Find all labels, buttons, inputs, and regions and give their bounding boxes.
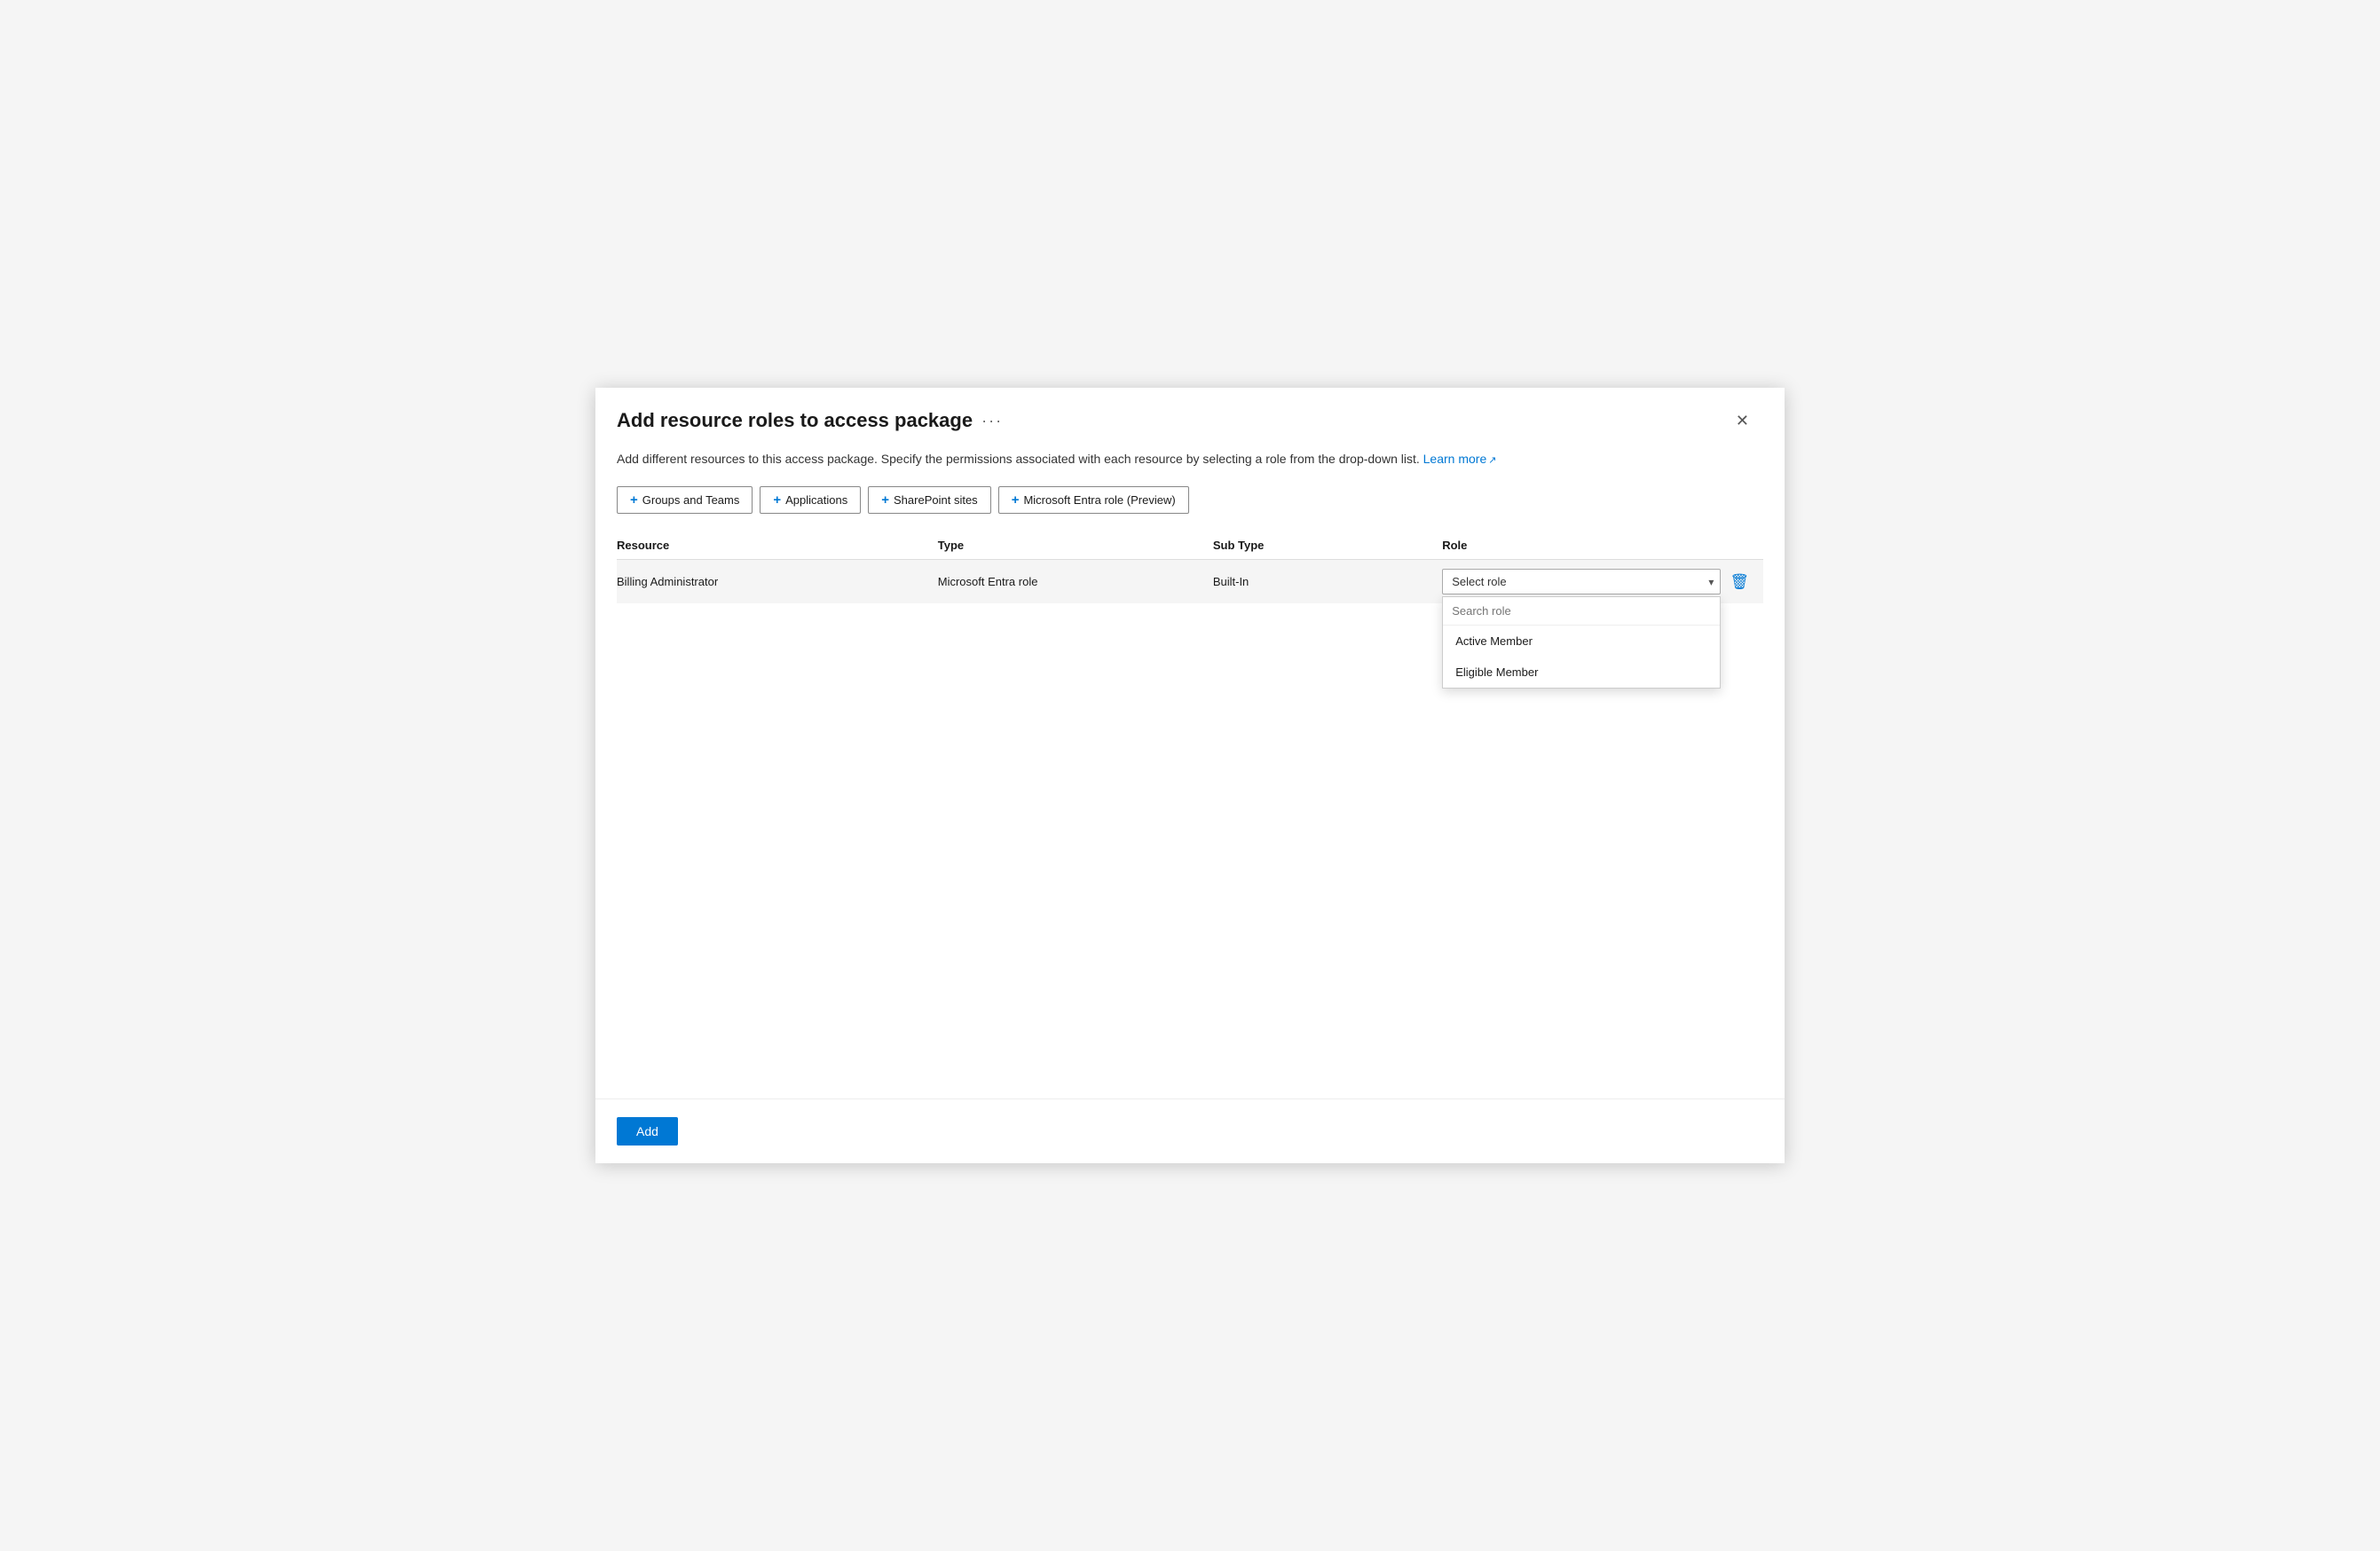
description-text: Add different resources to this access p… bbox=[617, 452, 1420, 466]
dialog-title: Add resource roles to access package bbox=[617, 409, 973, 432]
dropdown-option-active-member[interactable]: Active Member bbox=[1443, 626, 1720, 657]
more-options-icon[interactable]: ··· bbox=[981, 412, 1003, 430]
plus-icon-sharepoint: + bbox=[881, 492, 889, 508]
dialog-title-row: Add resource roles to access package ··· bbox=[617, 409, 1003, 432]
table-row: Billing Administrator Microsoft Entra ro… bbox=[617, 560, 1763, 604]
trash-icon: 🗑 bbox=[1730, 573, 1749, 591]
learn-more-text: Learn more bbox=[1423, 452, 1487, 466]
delete-row-button[interactable]: 🗑 bbox=[1726, 571, 1753, 593]
groups-and-teams-label: Groups and Teams bbox=[642, 493, 740, 507]
add-sharepoint-sites-button[interactable]: + SharePoint sites bbox=[868, 486, 990, 514]
dialog: Add resource roles to access package ···… bbox=[595, 388, 1785, 1163]
dropdown-option-eligible-member[interactable]: Eligible Member bbox=[1443, 657, 1720, 688]
col-header-type: Type bbox=[938, 531, 1213, 560]
role-select[interactable]: Select role Active Member Eligible Membe… bbox=[1442, 569, 1721, 594]
add-microsoft-entra-role-button[interactable]: + Microsoft Entra role (Preview) bbox=[998, 486, 1189, 514]
add-applications-button[interactable]: + Applications bbox=[760, 486, 861, 514]
resource-table: Resource Type Sub Type Role Billing Admi… bbox=[617, 531, 1763, 603]
plus-icon-applications: + bbox=[773, 492, 781, 508]
add-groups-and-teams-button[interactable]: + Groups and Teams bbox=[617, 486, 753, 514]
cell-type: Microsoft Entra role bbox=[938, 560, 1213, 604]
sharepoint-sites-label: SharePoint sites bbox=[894, 493, 978, 507]
cell-role: Select role Active Member Eligible Membe… bbox=[1442, 560, 1763, 604]
resource-type-button-row: + Groups and Teams + Applications + Shar… bbox=[595, 468, 1785, 514]
resource-table-container: Resource Type Sub Type Role Billing Admi… bbox=[595, 514, 1785, 1098]
external-link-icon: ↗ bbox=[1488, 453, 1496, 468]
table-header: Resource Type Sub Type Role bbox=[617, 531, 1763, 560]
col-header-role: Role bbox=[1442, 531, 1763, 560]
col-header-subtype: Sub Type bbox=[1213, 531, 1442, 560]
search-role-input[interactable] bbox=[1443, 597, 1720, 626]
role-cell-wrapper: Select role Active Member Eligible Membe… bbox=[1442, 569, 1753, 594]
close-button[interactable]: ✕ bbox=[1729, 409, 1756, 432]
cell-resource: Billing Administrator bbox=[617, 560, 938, 604]
plus-icon-groups: + bbox=[630, 492, 638, 508]
resource-name: Billing Administrator bbox=[617, 575, 718, 588]
dialog-header: Add resource roles to access package ···… bbox=[595, 388, 1785, 432]
subtype-value: Built-In bbox=[1213, 575, 1249, 588]
cell-subtype: Built-In bbox=[1213, 560, 1442, 604]
type-value: Microsoft Entra role bbox=[938, 575, 1038, 588]
table-body: Billing Administrator Microsoft Entra ro… bbox=[617, 560, 1763, 604]
dialog-footer: Add bbox=[595, 1098, 1785, 1163]
plus-icon-entra: + bbox=[1012, 492, 1020, 508]
role-select-wrapper: Select role Active Member Eligible Membe… bbox=[1442, 569, 1721, 594]
col-header-resource: Resource bbox=[617, 531, 938, 560]
microsoft-entra-role-label: Microsoft Entra role (Preview) bbox=[1023, 493, 1175, 507]
dialog-description: Add different resources to this access p… bbox=[595, 432, 1785, 468]
learn-more-link[interactable]: Learn more↗ bbox=[1423, 452, 1497, 466]
role-dropdown-panel: Active Member Eligible Member bbox=[1442, 596, 1721, 689]
footer-add-button[interactable]: Add bbox=[617, 1117, 678, 1146]
applications-label: Applications bbox=[785, 493, 847, 507]
